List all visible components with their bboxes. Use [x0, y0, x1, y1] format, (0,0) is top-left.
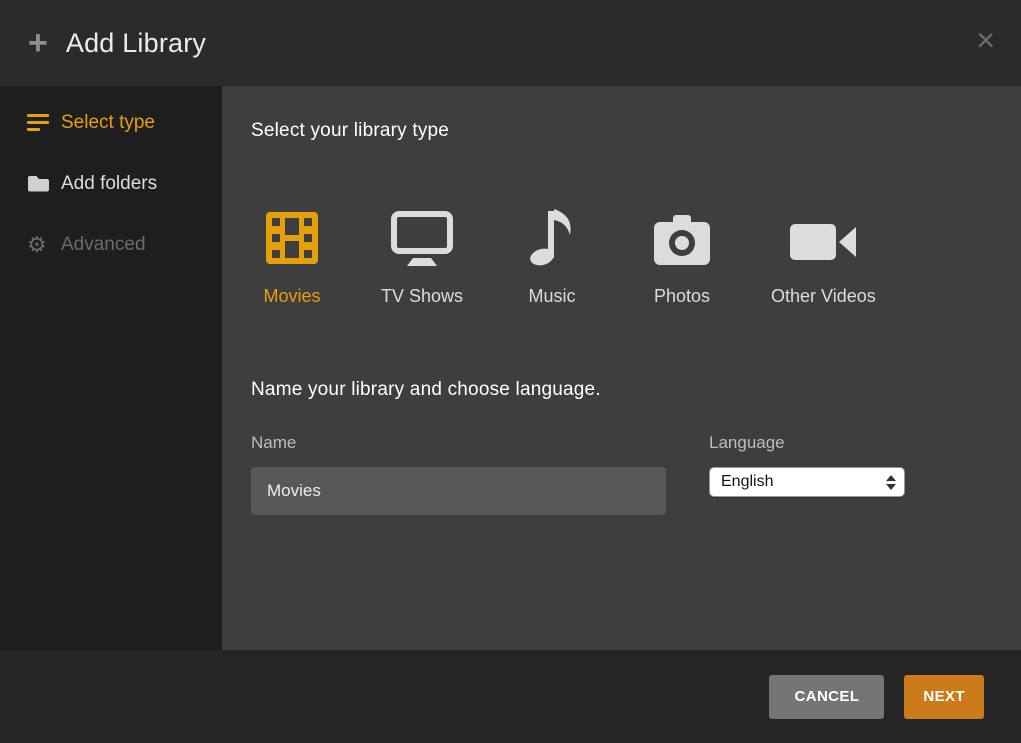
sidebar-item-label: Add folders	[61, 173, 157, 195]
language-select[interactable]: English	[709, 467, 905, 497]
plus-icon: +	[28, 26, 48, 60]
type-option-movies[interactable]: Movies	[251, 204, 333, 307]
type-option-label: TV Shows	[381, 286, 463, 307]
name-label: Name	[251, 433, 666, 453]
name-section-heading: Name your library and choose language.	[251, 379, 1021, 401]
type-option-label: Movies	[263, 286, 320, 307]
add-library-dialog: + Add Library × Select type	[0, 0, 1021, 743]
library-type-heading: Select your library type	[251, 120, 1021, 142]
type-option-label: Other Videos	[771, 286, 876, 307]
type-option-label: Music	[529, 286, 576, 307]
dialog-title: Add Library	[66, 28, 206, 59]
camera-icon	[653, 204, 711, 266]
type-option-photos[interactable]: Photos	[641, 204, 723, 307]
music-note-icon	[529, 204, 575, 266]
type-option-music[interactable]: Music	[511, 204, 593, 307]
sidebar-item-label: Select type	[61, 112, 155, 134]
tv-icon	[390, 204, 454, 266]
library-name-input[interactable]	[251, 467, 666, 515]
wizard-steps-sidebar: Select type Add folders ⚙ Advanced	[0, 86, 222, 650]
dialog-footer: CANCEL NEXT	[0, 650, 1021, 743]
list-lines-icon	[27, 113, 61, 132]
folder-icon	[27, 174, 61, 193]
next-button[interactable]: NEXT	[904, 675, 984, 719]
cancel-button[interactable]: CANCEL	[769, 675, 884, 719]
dialog-header: + Add Library ×	[0, 0, 1021, 86]
film-strip-icon	[265, 204, 319, 266]
sidebar-item-add-folders[interactable]: Add folders	[0, 153, 222, 214]
language-field-group: Language English	[709, 433, 905, 497]
language-label: Language	[709, 433, 905, 453]
sidebar-item-label: Advanced	[61, 234, 146, 256]
dialog-body: Select type Add folders ⚙ Advanced Selec…	[0, 86, 1021, 650]
video-camera-icon	[790, 204, 856, 266]
sidebar-item-advanced[interactable]: ⚙ Advanced	[0, 214, 222, 275]
name-field-group: Name	[251, 433, 666, 515]
language-selected-value: English	[721, 473, 886, 491]
close-icon[interactable]: ×	[976, 24, 995, 56]
type-option-label: Photos	[654, 286, 710, 307]
type-option-other-videos[interactable]: Other Videos	[771, 204, 876, 307]
gear-icon: ⚙	[27, 234, 61, 256]
type-option-tv-shows[interactable]: TV Shows	[381, 204, 463, 307]
library-type-picker: Movies TV Shows	[251, 204, 1021, 307]
sidebar-item-select-type[interactable]: Select type	[0, 92, 222, 153]
name-language-form: Name Language English	[251, 433, 1021, 515]
main-panel: Select your library type	[222, 86, 1021, 650]
select-stepper-icon	[886, 475, 896, 490]
